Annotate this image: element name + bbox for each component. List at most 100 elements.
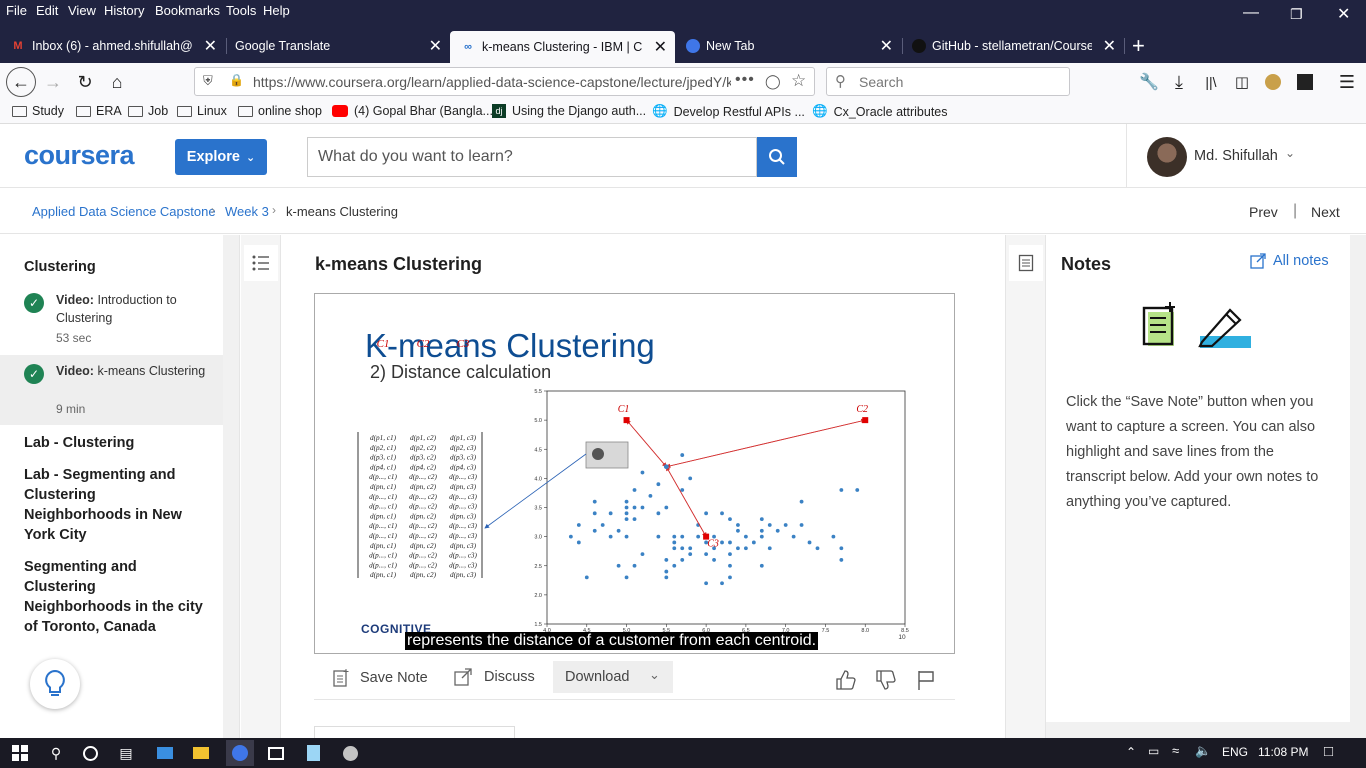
lock-icon[interactable]: 🔒 [229, 73, 244, 87]
coursera-logo[interactable]: coursera [24, 140, 135, 171]
notes-toggle-button[interactable] [1009, 245, 1043, 281]
downloads-icon[interactable]: ⤓ [1166, 69, 1192, 95]
close-tab-icon[interactable]: ✕ [429, 36, 442, 56]
search-icon[interactable]: ⚲ [44, 743, 68, 763]
tab-translate[interactable]: Google Translate ✕ [225, 30, 450, 61]
lesson-kmeans[interactable]: ✓ Video: k-means Clustering 9 min [0, 355, 223, 425]
menu-history[interactable]: History [104, 3, 144, 18]
bookmark-linux[interactable]: Linux [177, 104, 227, 118]
tab-coursera[interactable]: ∞ k-means Clustering - IBM | Cou ✕ [450, 31, 675, 63]
home-icon[interactable]: ⌂ [104, 69, 130, 95]
close-tab-icon[interactable]: ✕ [880, 36, 893, 56]
save-note-button[interactable]: Save Note [332, 668, 428, 688]
menu-help[interactable]: Help [263, 3, 290, 18]
notes-horizontal-scrollbar[interactable] [1046, 722, 1350, 738]
bookmark-job[interactable]: Job [128, 104, 168, 118]
battery-icon[interactable]: ▭ [1148, 744, 1159, 758]
flag-icon[interactable] [914, 668, 938, 692]
browser-search[interactable]: ⚲ Search [826, 67, 1070, 96]
lesson-intro-clustering[interactable]: ✓ Video: Introduction to Clustering 53 s… [0, 287, 223, 355]
tray-chevron-up-icon[interactable]: ⌃ [1126, 745, 1136, 759]
video-player[interactable]: K-means Clustering 2) Distance calculati… [314, 293, 955, 654]
discuss-button[interactable]: Discuss [454, 668, 535, 686]
breadcrumb-week[interactable]: Week 3 [225, 204, 269, 219]
notes-scrollbar[interactable] [1350, 235, 1366, 738]
menu-edit[interactable]: Edit [36, 3, 58, 18]
tab-gmail[interactable]: M Inbox (6) - ahmed.shifullah@gr ✕ [0, 30, 225, 61]
close-tab-icon[interactable]: ✕ [204, 36, 217, 56]
shield-icon[interactable]: ⛨ [203, 73, 213, 89]
bookmark-study[interactable]: Study [12, 104, 64, 118]
prev-link[interactable]: Prev [1249, 204, 1278, 220]
toc-toggle-button[interactable] [244, 245, 278, 281]
url-bar[interactable]: ⛨ 🔒 https://www.coursera.org/learn/appli… [194, 67, 815, 96]
url-text[interactable]: https://www.coursera.org/learn/applied-d… [253, 74, 731, 90]
menu-bookmarks[interactable]: Bookmarks [155, 3, 220, 18]
explore-button[interactable]: Explore ⌄ [175, 139, 267, 175]
thumbs-down-icon[interactable] [874, 668, 898, 692]
notifications-icon[interactable]: □ [1324, 743, 1333, 760]
toronto-segmenting-link[interactable]: Segmenting and Clustering Neighborhoods … [24, 557, 204, 637]
close-tab-icon[interactable]: ✕ [1103, 36, 1116, 56]
bookmark-gopal-bhar[interactable]: (4) Gopal Bhar (Bangla... [332, 104, 493, 118]
wrench-icon[interactable]: 🔧 [1136, 69, 1162, 95]
course-search-input[interactable]: What do you want to learn? [307, 137, 757, 177]
download-dropdown[interactable]: Download ⌄ [553, 661, 673, 693]
lab-clustering-link[interactable]: Lab - Clustering [24, 433, 204, 453]
menu-file[interactable]: File [6, 3, 27, 18]
back-icon[interactable]: ← [6, 67, 36, 97]
thumbs-up-icon[interactable] [834, 668, 858, 692]
photos-icon[interactable] [264, 743, 288, 763]
next-link[interactable]: Next [1311, 204, 1340, 220]
forward-icon[interactable]: → [40, 69, 66, 95]
bookmark-cx-oracle[interactable]: 🌐 Cx_Oracle attributes [812, 104, 948, 119]
extension-react-icon[interactable] [1292, 69, 1318, 95]
breadcrumb-course[interactable]: Applied Data Science Capstone [32, 204, 216, 219]
firefox-taskbar-icon[interactable] [226, 740, 254, 766]
pocket-icon[interactable]: ◯ [765, 73, 781, 90]
reload-icon[interactable]: ↻ [72, 69, 98, 95]
sidebar-icon[interactable]: ◫ [1229, 69, 1255, 95]
task-view-icon[interactable]: ▤ [114, 743, 138, 763]
menu-view[interactable]: View [68, 3, 96, 18]
app-icon[interactable] [338, 743, 362, 763]
matrix-cell: d(p..., c3) [449, 552, 477, 560]
windows-start-icon[interactable] [8, 743, 32, 763]
bookmark-restful-apis[interactable]: 🌐 Develop Restful APIs ... [652, 104, 805, 119]
data-point [656, 511, 661, 516]
page-actions-icon[interactable]: ••• [735, 71, 755, 89]
lightbulb-button[interactable] [30, 659, 80, 709]
close-window-icon[interactable]: ✕ [1337, 4, 1350, 24]
bookmark-online-shop[interactable]: online shop [238, 104, 322, 118]
volume-icon[interactable]: 🔈 [1195, 743, 1211, 759]
new-tab-icon[interactable]: + [1132, 33, 1145, 59]
notepad-icon[interactable] [301, 743, 325, 763]
bookmark-star-icon[interactable]: ☆ [791, 71, 806, 91]
clock[interactable]: 11:08 PM [1258, 745, 1308, 759]
search-button[interactable] [757, 137, 797, 177]
library-icon[interactable]: ||\ [1198, 69, 1224, 95]
language-indicator[interactable]: ENG [1222, 745, 1248, 759]
maximize-icon[interactable]: ❐ [1290, 6, 1303, 23]
sidebar-scrollbar[interactable] [223, 235, 239, 738]
data-point [751, 540, 756, 545]
hamburger-menu-icon[interactable]: ☰ [1334, 69, 1360, 95]
computer-icon[interactable] [153, 743, 177, 763]
extension-icon[interactable] [1260, 69, 1286, 95]
tab-github[interactable]: GitHub - stellametran/Coursera ✕ [902, 30, 1124, 61]
section-title[interactable]: Clustering [24, 257, 96, 277]
close-tab-icon[interactable]: ✕ [654, 37, 667, 57]
all-notes-link[interactable]: All notes [1250, 253, 1329, 269]
avatar[interactable] [1147, 137, 1187, 177]
lab-segmenting-nyc-link[interactable]: Lab - Segmenting and Clustering Neighbor… [24, 465, 204, 545]
menu-tools[interactable]: Tools [226, 3, 256, 18]
file-explorer-icon[interactable] [189, 743, 213, 763]
tab-new[interactable]: New Tab ✕ [676, 30, 901, 61]
user-menu[interactable]: Md. Shifullah ⌄ [1126, 124, 1295, 188]
bookmark-era[interactable]: ERA [76, 104, 122, 118]
y-tick-label: 2.0 [534, 593, 542, 599]
bookmark-django-auth[interactable]: dj Using the Django auth... [492, 104, 646, 118]
cortana-icon[interactable] [78, 743, 102, 763]
wifi-icon[interactable]: ≈ [1172, 743, 1179, 758]
minimize-icon[interactable]: — [1243, 4, 1259, 22]
